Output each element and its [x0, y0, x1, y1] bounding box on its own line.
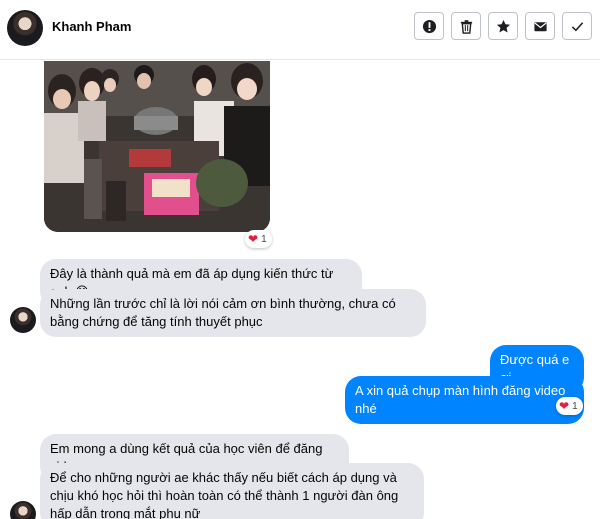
star-icon [496, 19, 510, 32]
group-dinner-image [44, 61, 270, 232]
delete-button[interactable] [451, 12, 481, 40]
sender-avatar[interactable] [10, 307, 36, 333]
trash-icon [460, 19, 472, 34]
heart-icon: ❤ [248, 232, 259, 246]
mail-button[interactable] [525, 12, 555, 40]
report-button[interactable] [414, 12, 444, 40]
outgoing-message[interactable]: A xin quả chụp màn hình đăng video nhé [345, 376, 584, 424]
star-button[interactable] [488, 12, 518, 40]
conversation-header: Khanh Pham [0, 0, 600, 60]
shared-photo[interactable] [44, 61, 270, 232]
incoming-message[interactable]: Để cho những người ae khác thấy nếu biết… [40, 463, 424, 519]
checkmark-icon [571, 21, 583, 31]
heart-icon: ❤ [559, 399, 570, 413]
contact-name[interactable]: Khanh Pham [52, 19, 131, 34]
action-toolbar [414, 12, 592, 40]
done-button[interactable] [562, 12, 592, 40]
message-reaction[interactable]: ❤ 1 [556, 397, 583, 415]
sender-avatar[interactable] [10, 501, 36, 519]
envelope-icon [533, 21, 547, 31]
exclamation-circle-icon [422, 19, 436, 33]
incoming-message[interactable]: Những lần trước chỉ là lời nói cảm ơn bì… [40, 289, 426, 337]
contact-avatar[interactable] [7, 10, 43, 46]
message-thread[interactable]: ❤ 1 Đây là thành quả mà em đã áp dụng ki… [0, 61, 600, 519]
photo-reaction[interactable]: ❤ 1 [245, 230, 272, 248]
